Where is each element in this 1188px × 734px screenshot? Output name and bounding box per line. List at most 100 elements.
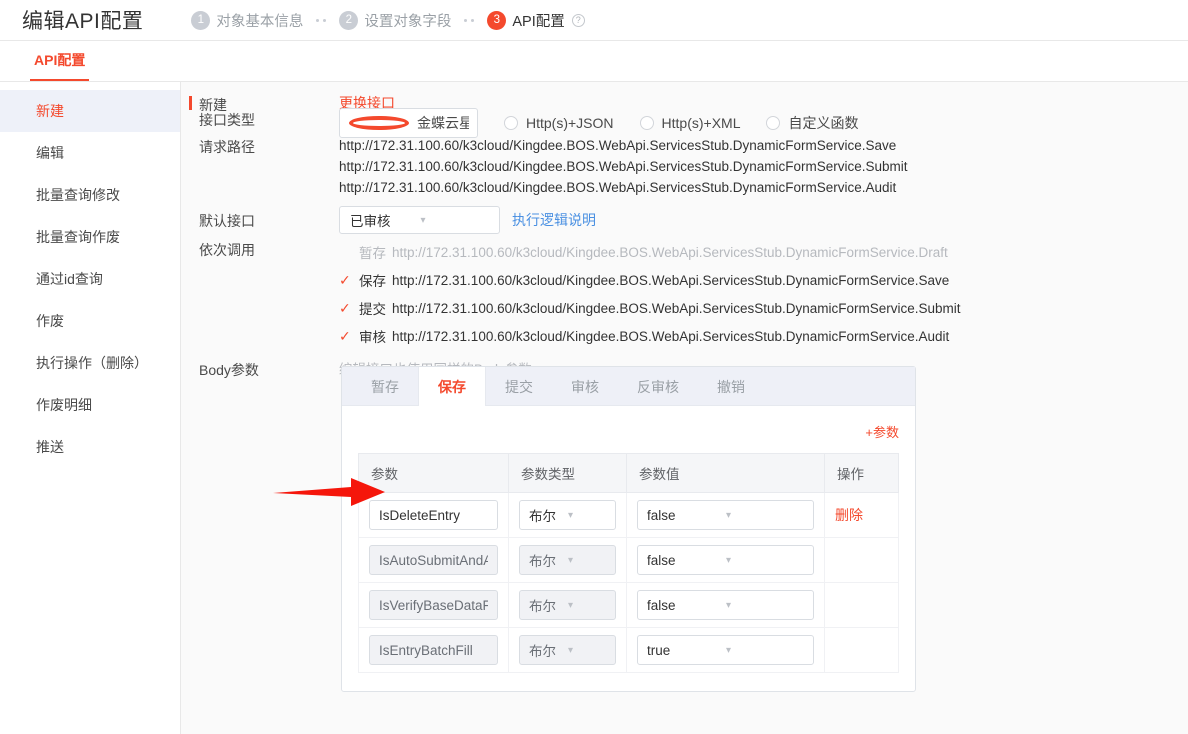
param-type-select[interactable]: 布尔 ▾ bbox=[519, 590, 616, 620]
cell-param-name bbox=[358, 627, 509, 673]
body-param-label: Body参数 bbox=[199, 362, 259, 378]
radio-kingdee-cloud[interactable]: 金蝶云星空接口 bbox=[339, 108, 478, 138]
help-icon[interactable]: ? bbox=[571, 13, 585, 27]
column-header-param-value: 参数值 bbox=[626, 453, 825, 493]
sequential-call-item[interactable]: ✓ 保存 http://172.31.100.60/k3cloud/Kingde… bbox=[339, 266, 1188, 294]
interface-type-label: 接口类型 bbox=[199, 112, 255, 128]
delete-param-link[interactable]: 删除 bbox=[835, 507, 863, 523]
column-header-param-type: 参数类型 bbox=[508, 453, 627, 493]
execution-logic-link[interactable]: 执行逻辑说明 bbox=[512, 210, 596, 230]
param-name-input[interactable] bbox=[369, 545, 498, 575]
sequential-call-label: 依次调用 bbox=[199, 242, 255, 258]
sidebar-item-batch-query-void[interactable]: 批量查询作废 bbox=[0, 216, 180, 258]
sidebar-item-edit[interactable]: 编辑 bbox=[0, 132, 180, 174]
body-param-content: +参数 参数 参数类型 参数值 操作 IsDeleteEntry 布尔 ▾ fa… bbox=[342, 406, 915, 691]
sequential-call-url: http://172.31.100.60/k3cloud/Kingdee.BOS… bbox=[392, 300, 961, 316]
sidebar-item-execute-delete[interactable]: 执行操作（删除） bbox=[0, 342, 180, 384]
param-type-select[interactable]: 布尔 ▾ bbox=[519, 635, 616, 665]
param-type-value: 布尔 bbox=[529, 554, 556, 569]
step-3[interactable]: 3 API配置 ? bbox=[487, 10, 585, 31]
chevron-down-icon: ▾ bbox=[726, 644, 732, 656]
step-3-label: API配置 bbox=[512, 13, 565, 30]
sidebar-item-query-by-id[interactable]: 通过id查询 bbox=[0, 258, 180, 300]
default-interface-value: 已审核 bbox=[350, 214, 391, 229]
tab-api-config[interactable]: API配置 bbox=[30, 50, 90, 81]
body-tab-cancel[interactable]: 撤销 bbox=[698, 367, 764, 406]
sequential-call-name: 提交 bbox=[359, 302, 386, 317]
param-type-select[interactable]: 布尔 ▾ bbox=[519, 545, 616, 575]
radio-kingdee-cloud-label: 金蝶云星空接口 bbox=[417, 115, 469, 131]
param-type-select[interactable]: 布尔 ▾ bbox=[519, 500, 616, 530]
row-new-build-label: 新建 bbox=[189, 93, 339, 113]
step-1-number: 1 bbox=[191, 10, 211, 30]
table-row: 布尔 ▾ false ▾ bbox=[358, 582, 899, 628]
cell-param-name bbox=[358, 537, 509, 583]
param-name-input[interactable] bbox=[369, 590, 498, 620]
param-type-value: 布尔 bbox=[529, 509, 556, 524]
param-value-select[interactable]: false ▾ bbox=[637, 500, 814, 530]
radio-custom-function[interactable]: 自定义函数 bbox=[766, 113, 858, 133]
step-2[interactable]: 2 设置对象字段 bbox=[339, 10, 451, 31]
body-tab-unaudit[interactable]: 反审核 bbox=[618, 367, 698, 406]
cell-action bbox=[824, 627, 899, 673]
body-tab-audit[interactable]: 审核 bbox=[552, 367, 618, 406]
table-header-row: 参数 参数类型 参数值 操作 bbox=[358, 453, 899, 493]
body-param-panel: 暂存 保存 提交 审核 反审核 撤销 +参数 参数 参数类型 参数值 操作 Is… bbox=[341, 366, 916, 692]
step-1[interactable]: 1 对象基本信息 bbox=[191, 10, 303, 31]
param-name-input[interactable] bbox=[369, 635, 498, 665]
sequential-call-url: http://172.31.100.60/k3cloud/Kingdee.BOS… bbox=[392, 272, 950, 288]
default-interface-select[interactable]: 已审核 ▾ bbox=[339, 206, 500, 234]
sequential-call-item[interactable]: ✓ 审核 http://172.31.100.60/k3cloud/Kingde… bbox=[339, 322, 1188, 350]
param-name-input[interactable] bbox=[369, 500, 498, 530]
sidebar-item-void-detail[interactable]: 作废明细 bbox=[0, 384, 180, 426]
chevron-down-icon: ▾ bbox=[568, 509, 574, 521]
cell-param-value: false ▾ bbox=[626, 492, 825, 538]
sequential-call-url: http://172.31.100.60/k3cloud/Kingdee.BOS… bbox=[392, 244, 948, 260]
top-header-bar: 编辑API配置 1 对象基本信息 2 设置对象字段 3 API配置 ? bbox=[0, 0, 1188, 41]
check-icon: ✓ bbox=[339, 271, 351, 288]
chevron-down-icon: ▾ bbox=[568, 554, 574, 566]
cell-param-type: 布尔 ▾ bbox=[508, 627, 627, 673]
chevron-down-icon: ▾ bbox=[568, 644, 574, 656]
body-tab-draft[interactable]: 暂存 bbox=[352, 367, 418, 406]
cell-param-type: 布尔 ▾ bbox=[508, 492, 627, 538]
param-value-text: false bbox=[647, 507, 676, 523]
check-icon: ✓ bbox=[339, 299, 351, 316]
sequential-call-item[interactable]: ✓ 提交 http://172.31.100.60/k3cloud/Kingde… bbox=[339, 294, 1188, 322]
radio-http-json-label: Http(s)+JSON bbox=[526, 115, 614, 131]
cell-param-value: false ▾ bbox=[626, 537, 825, 583]
param-value-select[interactable]: false ▾ bbox=[637, 590, 814, 620]
body-tab-save[interactable]: 保存 bbox=[418, 367, 486, 406]
sidebar-item-batch-query-modify[interactable]: 批量查询修改 bbox=[0, 174, 180, 216]
param-value-select[interactable]: false ▾ bbox=[637, 545, 814, 575]
request-path-url: http://172.31.100.60/k3cloud/Kingdee.BOS… bbox=[339, 159, 908, 174]
sidebar-item-void[interactable]: 作废 bbox=[0, 300, 180, 342]
chevron-down-icon: ▾ bbox=[726, 509, 732, 521]
radio-http-json[interactable]: Http(s)+JSON bbox=[504, 115, 614, 131]
chevron-down-icon: ▾ bbox=[726, 554, 732, 566]
cell-param-name bbox=[358, 492, 509, 538]
param-value-text: false bbox=[647, 552, 676, 568]
radio-custom-function-label: 自定义函数 bbox=[788, 115, 859, 131]
param-value-select[interactable]: true ▾ bbox=[637, 635, 814, 665]
sequential-call-name: 暂存 bbox=[359, 246, 386, 261]
row-new-build: 新建 更换接口 bbox=[181, 82, 1188, 113]
cell-param-type: 布尔 ▾ bbox=[508, 582, 627, 628]
sequential-call-name: 保存 bbox=[359, 274, 386, 289]
body-tab-submit[interactable]: 提交 bbox=[486, 367, 552, 406]
cell-param-name bbox=[358, 582, 509, 628]
main-layout: 新建 编辑 批量查询修改 批量查询作废 通过id查询 作废 执行操作（删除） 作… bbox=[0, 82, 1188, 734]
radio-http-xml[interactable]: Http(s)+XML bbox=[639, 115, 740, 131]
sidebar-item-new[interactable]: 新建 bbox=[0, 90, 180, 132]
step-1-label: 对象基本信息 bbox=[216, 13, 304, 30]
table-row: 布尔 ▾ true ▾ bbox=[358, 627, 899, 673]
request-path-label: 请求路径 bbox=[199, 139, 255, 155]
sequential-call-item[interactable]: 暂存 http://172.31.100.60/k3cloud/Kingdee.… bbox=[339, 238, 1188, 266]
chevron-down-icon: ▾ bbox=[726, 599, 732, 611]
cell-action: 删除 bbox=[824, 492, 899, 538]
radio-selected-icon bbox=[349, 116, 409, 130]
sidebar-item-push[interactable]: 推送 bbox=[0, 426, 180, 468]
sequential-call-name: 审核 bbox=[359, 330, 386, 345]
add-param-link[interactable]: +参数 bbox=[358, 418, 899, 453]
default-interface-label: 默认接口 bbox=[199, 213, 255, 229]
